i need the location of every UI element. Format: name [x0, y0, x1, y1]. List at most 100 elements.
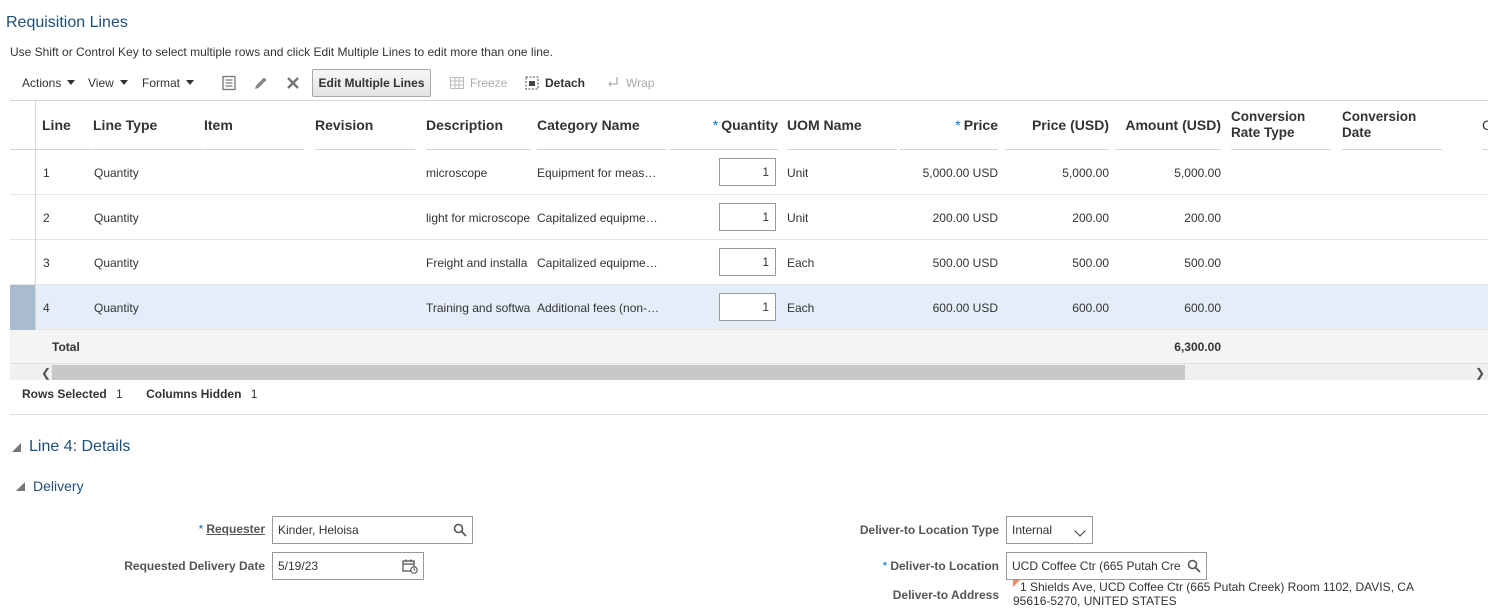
column-header-line[interactable]: Line	[42, 101, 92, 150]
column-header-conversion-date[interactable]: Conversion Date	[1342, 101, 1442, 150]
column-header-conversion-rate-type[interactable]: Conversion Rate Type	[1231, 101, 1331, 150]
delivery-date-label: Requested Delivery Date	[124, 559, 265, 573]
quantity-input[interactable]	[719, 203, 776, 231]
format-menu-label: Format	[142, 76, 181, 90]
detach-button[interactable]: Detach	[525, 76, 585, 90]
cell-price: 5,000.00 USD	[922, 165, 998, 180]
delivery-date-field[interactable]: 5/19/23	[272, 552, 424, 580]
table-toolbar: Actions View Format Edit Multiple Lines …	[14, 68, 674, 98]
table-row[interactable]: 1 Quantity microscope Equipment for meas…	[10, 150, 1488, 195]
edit-multiple-lines-button[interactable]: Edit Multiple Lines	[312, 69, 431, 97]
column-header-price-label: Price	[963, 117, 998, 133]
column-header-amount-usd[interactable]: Amount (USD)	[1115, 101, 1221, 150]
wrap-label: Wrap	[626, 76, 655, 90]
section-divider	[10, 414, 1488, 415]
cell-category: Capitalized equipme…	[537, 255, 658, 270]
search-icon[interactable]	[453, 523, 467, 540]
cell-line-type: Quantity	[94, 255, 139, 270]
cell-line-type: Quantity	[94, 210, 139, 225]
chevron-down-icon	[1074, 525, 1086, 537]
quantity-input[interactable]	[719, 158, 776, 186]
delivery-title: Delivery	[33, 478, 84, 494]
view-menu[interactable]: View	[88, 76, 128, 90]
column-header-cut-off: C	[1482, 101, 1488, 150]
total-label: Total	[52, 339, 80, 354]
required-indicator: *	[712, 117, 719, 133]
cell-amount-usd: 5,000.00	[1174, 165, 1221, 180]
page-title: Requisition Lines	[6, 14, 128, 31]
quantity-input[interactable]	[719, 293, 776, 321]
column-header-item[interactable]: Item	[204, 101, 304, 150]
table-row[interactable]: 3 Quantity Freight and installa Capitali…	[10, 240, 1488, 285]
location-field[interactable]: UCD Coffee Ctr (665 Putah Cre	[1006, 552, 1207, 580]
cell-price-usd: 600.00	[1072, 300, 1109, 315]
column-header-description[interactable]: Description	[426, 101, 531, 150]
cell-amount-usd: 500.00	[1184, 255, 1221, 270]
requester-field[interactable]: Kinder, Heloisa	[272, 516, 473, 544]
row-selector[interactable]	[10, 150, 36, 195]
row-selector[interactable]	[10, 240, 36, 285]
view-details-icon[interactable]	[220, 74, 238, 92]
actions-menu[interactable]: Actions	[22, 76, 76, 90]
cell-amount-usd: 200.00	[1184, 210, 1221, 225]
collapse-triangle-icon	[16, 481, 25, 491]
table-row-selected[interactable]: 4 Quantity Training and softwa Additiona…	[10, 285, 1488, 330]
cell-price-usd: 5,000.00	[1062, 165, 1109, 180]
format-menu[interactable]: Format	[142, 76, 195, 90]
delete-x-icon[interactable]	[284, 74, 302, 92]
cell-price: 500.00 USD	[932, 255, 998, 270]
required-indicator: *	[198, 522, 204, 536]
scroll-right-icon[interactable]: ❯	[1472, 364, 1488, 380]
cell-line-type: Quantity	[94, 300, 139, 315]
column-header-quantity[interactable]: * Quantity	[670, 101, 778, 150]
chevron-down-icon	[67, 80, 76, 85]
total-amount: 6,300.00	[1174, 339, 1221, 354]
search-icon[interactable]	[1187, 559, 1201, 576]
address-line-2: 95616-5270, UNITED STATES	[1013, 594, 1177, 608]
cell-line: 3	[43, 255, 50, 270]
required-indicator: *	[955, 117, 961, 133]
location-label: * Deliver-to Location	[800, 559, 999, 573]
column-header-price-usd[interactable]: Price (USD)	[1005, 101, 1109, 150]
row-selector[interactable]	[10, 285, 36, 330]
column-header-category[interactable]: Category Name	[537, 101, 667, 150]
delivery-header[interactable]: Delivery	[16, 478, 84, 494]
scroll-thumb[interactable]	[52, 365, 1185, 380]
wrap-button[interactable]: Wrap	[606, 76, 654, 90]
address-line-1: 1 Shields Ave, UCD Coffee Ctr (665 Putah…	[1020, 580, 1414, 594]
header-fill	[36, 101, 42, 150]
location-label-text: Deliver-to Location	[890, 559, 999, 573]
address-label: Deliver-to Address	[892, 588, 999, 602]
rows-selected-value: 1	[116, 387, 123, 401]
actions-menu-label: Actions	[22, 76, 62, 90]
cell-description: Training and softwa	[426, 300, 531, 315]
location-type-select[interactable]: Internal	[1006, 516, 1093, 544]
column-header-line-type[interactable]: Line Type	[93, 101, 203, 150]
cell-description: light for microscope	[426, 210, 531, 225]
freeze-button[interactable]: Freeze	[450, 76, 507, 90]
cell-line-type: Quantity	[94, 165, 139, 180]
detach-label: Detach	[545, 76, 586, 90]
cell-line: 4	[43, 300, 50, 315]
column-header-revision[interactable]: Revision	[315, 101, 415, 150]
calendar-icon[interactable]	[402, 559, 418, 577]
horizontal-scrollbar[interactable]: ❮ ❯	[10, 363, 1488, 380]
instruction-text: Use Shift or Control Key to select multi…	[10, 45, 553, 59]
address-value: 1 Shields Ave, UCD Coffee Ctr (665 Putah…	[1013, 580, 1433, 608]
edit-pencil-icon[interactable]	[252, 74, 270, 92]
total-row: Total 6,300.00	[10, 330, 1488, 363]
cell-uom: Each	[787, 300, 815, 315]
row-selector[interactable]	[10, 195, 36, 240]
column-header-price[interactable]: * Price	[900, 101, 998, 150]
quantity-input[interactable]	[719, 248, 776, 276]
freeze-label: Freeze	[470, 76, 508, 90]
line-details-title: Line 4: Details	[29, 438, 131, 455]
cell-uom: Unit	[787, 165, 809, 180]
column-header-quantity-label: Quantity	[721, 117, 778, 133]
rows-selected-label: Rows Selected	[22, 387, 107, 401]
requester-label-text: Requester	[206, 522, 265, 536]
column-header-uom[interactable]: UOM Name	[787, 101, 897, 150]
line-details-header[interactable]: Line 4: Details	[12, 438, 130, 456]
location-value: UCD Coffee Ctr (665 Putah Cre	[1012, 559, 1181, 573]
table-row[interactable]: 2 Quantity light for microscope Capitali…	[10, 195, 1488, 240]
